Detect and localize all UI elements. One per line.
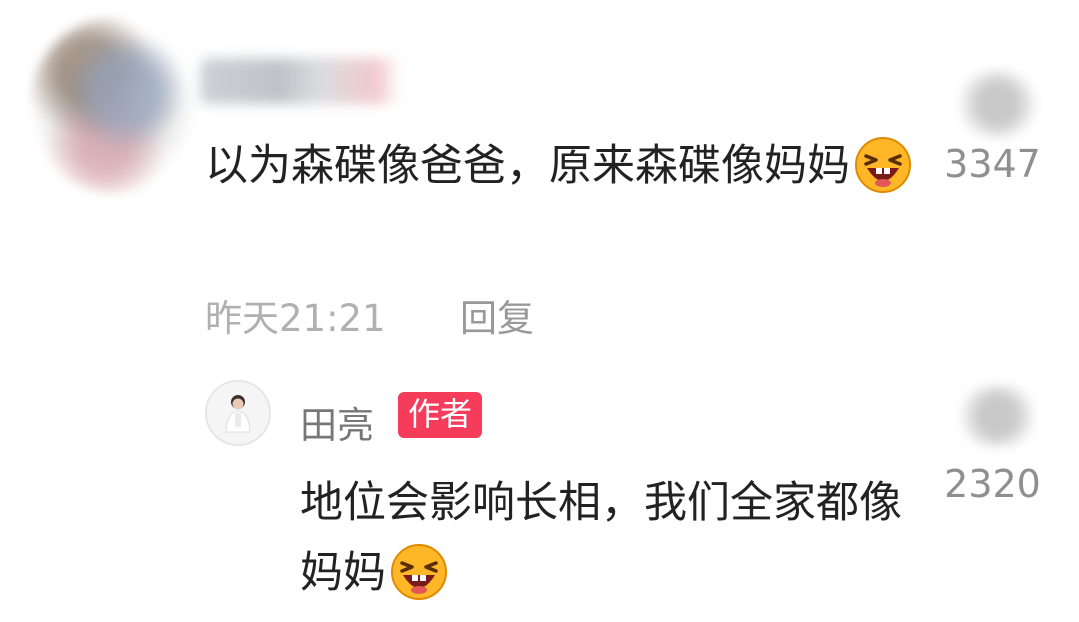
like-icon[interactable]	[955, 385, 1040, 447]
reply-text-block: 地位会影响长相，我们全家都像妈妈	[300, 468, 920, 608]
author-badge: 作者	[398, 392, 483, 438]
reply-like-count: 2320	[944, 462, 1041, 506]
like-icon[interactable]	[955, 70, 1040, 138]
comment-text: 以为森碟像爸爸，原来森碟像妈妈	[205, 141, 850, 191]
comment-like-count: 3347	[944, 142, 1041, 186]
commenter-avatar[interactable]	[30, 18, 195, 193]
author-username[interactable]: 田亮	[300, 395, 374, 449]
reply-button[interactable]: 回复	[460, 288, 534, 342]
author-avatar[interactable]	[205, 380, 271, 446]
comment-timestamp: 昨天21:21	[205, 297, 386, 340]
laughing-emoji-icon	[390, 543, 448, 601]
laughing-emoji-icon	[854, 136, 912, 194]
comment-text-block: 以为森碟像爸爸，原来森碟像妈妈	[205, 135, 925, 198]
commenter-username-blurred[interactable]	[200, 58, 400, 104]
